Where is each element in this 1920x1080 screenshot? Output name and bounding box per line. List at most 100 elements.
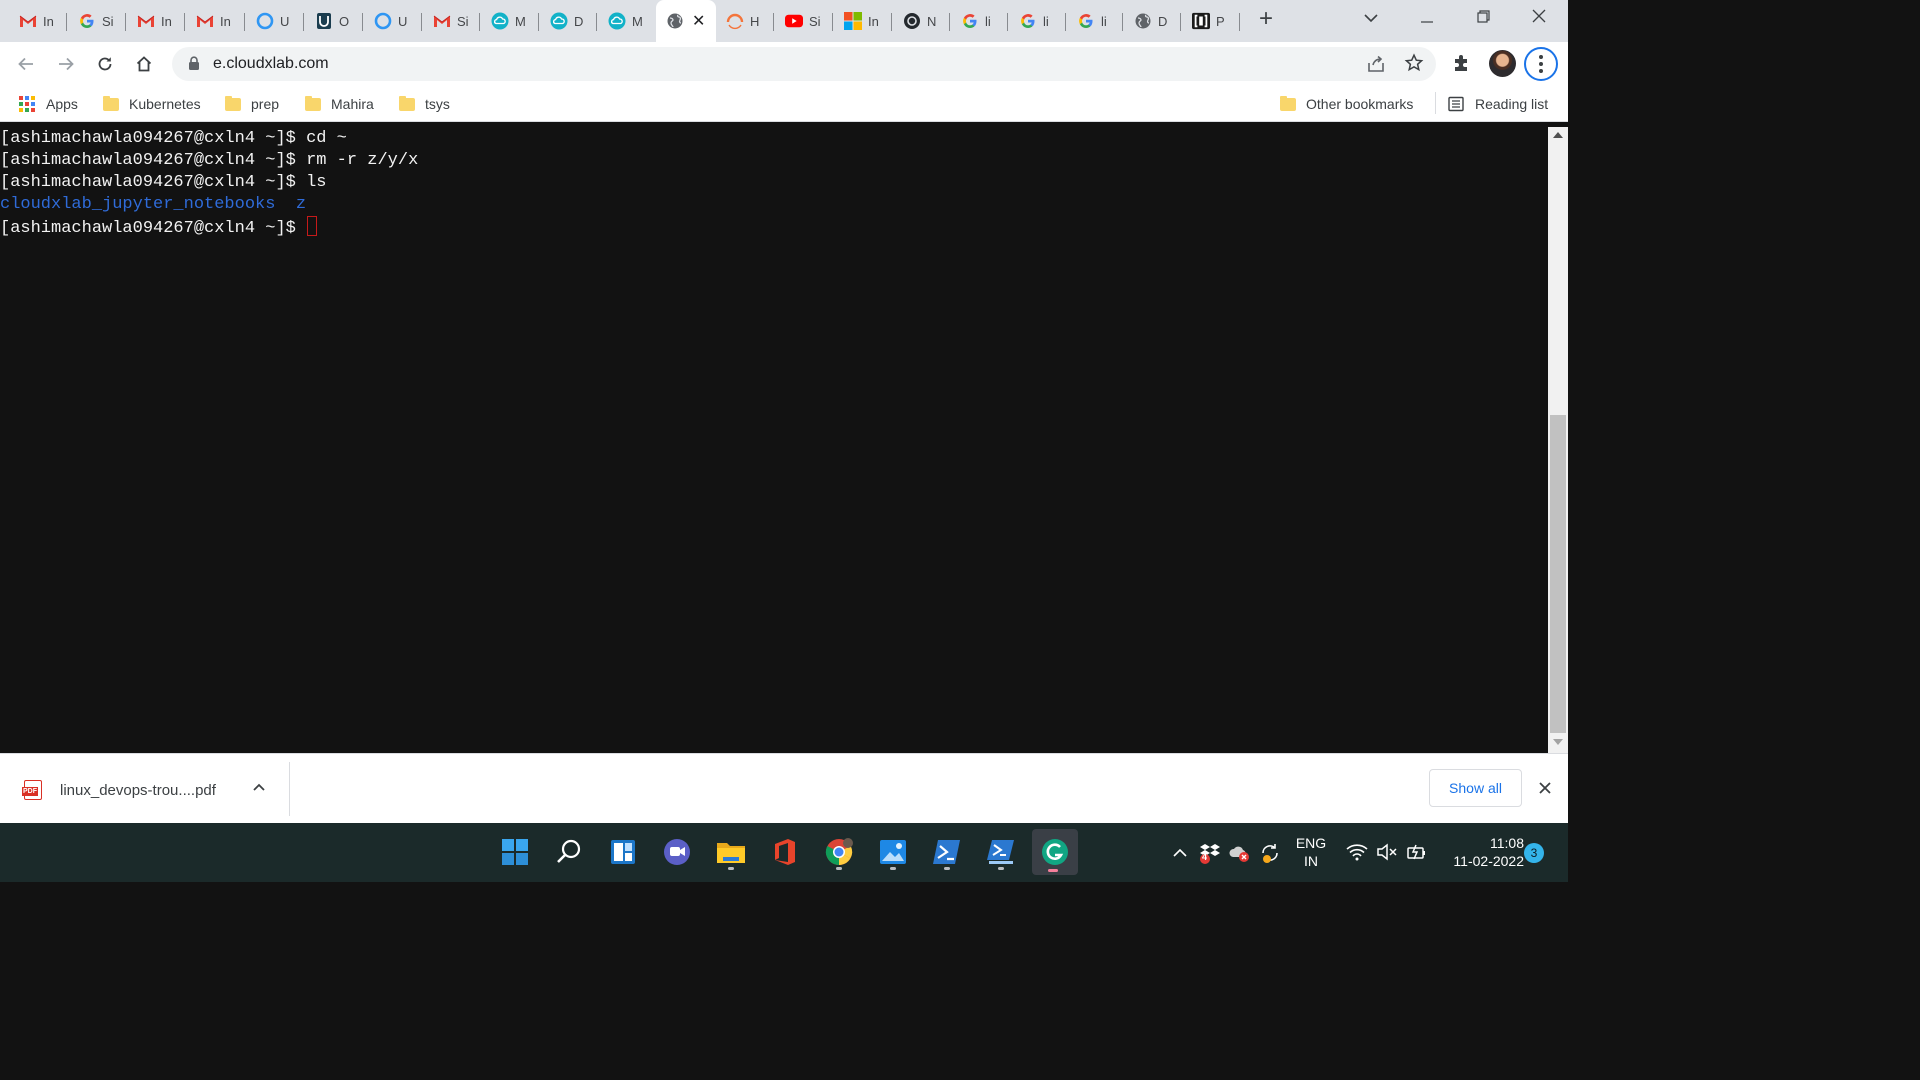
browser-menu-button[interactable] — [1524, 47, 1558, 81]
reading-list-label: Reading list — [1475, 96, 1549, 112]
volume-muted-icon[interactable] — [1376, 843, 1398, 861]
tab-search-button[interactable] — [1351, 6, 1391, 32]
share-icon[interactable] — [1366, 54, 1386, 74]
taskbar-start[interactable] — [494, 831, 536, 873]
onedrive-error-icon[interactable] — [1228, 843, 1252, 863]
profile-avatar[interactable] — [1489, 50, 1516, 77]
url-text[interactable]: e.cloudxlab.com — [213, 55, 329, 73]
taskbar-photos[interactable] — [872, 831, 914, 873]
language-indicator[interactable]: ENG IN — [1292, 834, 1330, 870]
browser-tab[interactable]: li — [1067, 6, 1123, 36]
battery-charging-icon[interactable] — [1406, 843, 1428, 861]
download-file-name[interactable]: linux_devops-trou....pdf — [60, 782, 216, 799]
ring-icon — [374, 12, 392, 30]
scroll-up-arrow-icon[interactable] — [1553, 132, 1563, 138]
browser-tab[interactable]: In — [834, 6, 892, 36]
notification-count-badge[interactable]: 3 — [1524, 843, 1544, 863]
taskbar-chat[interactable] — [656, 831, 698, 873]
language-region: IN — [1304, 853, 1318, 869]
taskbar-chrome[interactable] — [818, 831, 860, 873]
browser-tab[interactable]: Si — [423, 6, 480, 36]
tab-close-icon[interactable]: ✕ — [692, 11, 705, 31]
browser-tab[interactable]: U — [364, 6, 422, 36]
browser-tab[interactable]: Si — [68, 6, 126, 36]
reading-list-button[interactable]: Reading list — [1448, 94, 1548, 114]
restore-button[interactable] — [1463, 6, 1503, 32]
taskbar-grammarly[interactable] — [1032, 829, 1078, 875]
home-button[interactable] — [130, 50, 158, 78]
tab-separator — [184, 13, 185, 31]
forward-button[interactable] — [52, 50, 80, 78]
browser-tab[interactable]: N — [893, 6, 950, 36]
taskbar-office[interactable] — [764, 831, 806, 873]
bookmarks-bar: Apps Kubernetes prep Mahira tsys Other b… — [0, 86, 1568, 122]
taskbar-powershell[interactable] — [926, 831, 968, 873]
browser-tab[interactable]: P — [1182, 6, 1240, 36]
web-terminal[interactable]: [ashimachawla094267@cxln4 ~]$ cd ~ [ashim… — [0, 127, 1548, 753]
bookmark-folder-mahira[interactable]: Mahira — [305, 94, 374, 114]
shell-prompt: [ashimachawla094267@cxln4 ~]$ — [0, 129, 307, 148]
other-bookmarks-label: Other bookmarks — [1306, 96, 1414, 112]
taskbar-file-explorer[interactable] — [710, 831, 752, 873]
browser-tab[interactable]: In — [127, 6, 185, 36]
close-icon[interactable] — [1537, 780, 1553, 796]
youtube-icon — [785, 12, 803, 30]
browser-tab[interactable]: U — [246, 6, 304, 36]
tab-separator — [1007, 13, 1008, 31]
close-window-button[interactable] — [1519, 6, 1559, 32]
browser-tab[interactable]: li — [951, 6, 1008, 36]
tab-title: li — [985, 13, 991, 29]
browser-tab[interactable]: M — [481, 6, 539, 36]
bookmark-folder-tsys[interactable]: tsys — [399, 94, 450, 114]
browser-tab[interactable]: H — [716, 6, 774, 36]
taskbar-terminal-admin[interactable] — [980, 831, 1022, 873]
browser-tab[interactable]: In — [9, 6, 67, 36]
extensions-icon[interactable] — [1450, 52, 1472, 74]
clock[interactable]: 11:08 11-02-2022 — [1436, 834, 1524, 870]
lock-icon[interactable] — [188, 56, 200, 71]
tab-title: li — [1043, 13, 1049, 29]
taskbar-widgets[interactable] — [602, 831, 644, 873]
bookmarks-divider — [1435, 92, 1436, 114]
sync-icon[interactable] — [1259, 842, 1281, 864]
bookmark-apps[interactable]: Apps — [18, 94, 78, 114]
tab-title: U — [398, 13, 408, 29]
browser-tab-active[interactable]: ✕ — [656, 0, 716, 42]
tab-separator — [773, 13, 774, 31]
address-bar[interactable]: e.cloudxlab.com — [172, 47, 1436, 81]
back-button[interactable] — [12, 50, 40, 78]
google-icon — [78, 12, 96, 30]
reload-button[interactable] — [91, 50, 119, 78]
bookmark-folder-prep[interactable]: prep — [225, 94, 279, 114]
tab-separator — [949, 13, 950, 31]
browser-tab[interactable]: D — [1124, 6, 1181, 36]
bookmark-star-icon[interactable] — [1404, 53, 1424, 73]
browser-tab[interactable]: Si — [775, 6, 833, 36]
browser-tab[interactable]: O — [305, 6, 363, 36]
bookmark-folder-other[interactable]: Other bookmarks — [1280, 94, 1413, 114]
browser-tab[interactable]: In — [186, 6, 245, 36]
show-all-downloads-button[interactable]: Show all — [1429, 769, 1522, 807]
browser-tab[interactable]: M — [598, 6, 655, 36]
tray-dropbox[interactable]: 4 — [1199, 842, 1221, 864]
taskbar-search[interactable] — [548, 831, 590, 873]
tab-title: D — [574, 13, 584, 29]
download-item[interactable]: PDF linux_devops-trou....pdf — [22, 778, 216, 802]
terminal-scrollbar[interactable] — [1548, 127, 1568, 753]
wifi-icon[interactable] — [1346, 843, 1368, 861]
new-tab-button[interactable]: + — [1254, 7, 1278, 32]
minimize-button[interactable] — [1407, 6, 1447, 32]
bookmark-folder-kubernetes[interactable]: Kubernetes — [103, 94, 201, 114]
browser-tab[interactable]: li — [1009, 6, 1066, 36]
scrollbar-thumb[interactable] — [1550, 415, 1566, 733]
google-icon — [1019, 12, 1037, 30]
cloud-icon — [608, 12, 626, 30]
chevron-up-icon[interactable] — [252, 782, 266, 792]
gmail-icon — [19, 12, 37, 30]
chevron-up-icon[interactable] — [1173, 848, 1187, 857]
powershell-icon — [933, 840, 960, 864]
tab-separator — [891, 13, 892, 31]
browser-tab[interactable]: D — [540, 6, 597, 36]
github-icon — [903, 12, 921, 30]
scroll-down-arrow-icon[interactable] — [1553, 739, 1563, 745]
